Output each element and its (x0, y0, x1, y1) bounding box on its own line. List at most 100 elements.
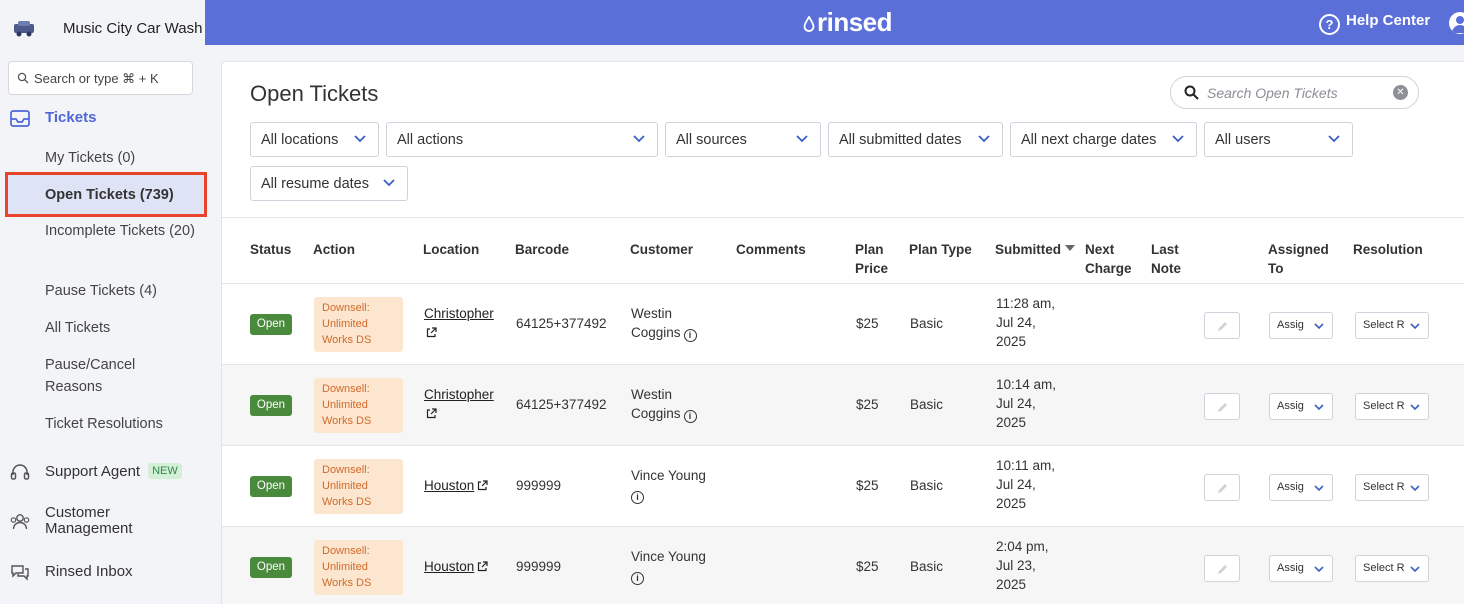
location-cell[interactable]: Houston (424, 476, 504, 495)
help-center-link[interactable]: ? Help Center (1319, 12, 1430, 35)
assign-select[interactable]: Assig (1269, 393, 1333, 420)
barcode-cell: 64125+377492 (516, 316, 607, 331)
resolution-select[interactable]: Select R (1355, 393, 1429, 420)
sidebar-customer-management[interactable]: Customer Management (45, 505, 155, 537)
location-link[interactable]: Christopher (424, 306, 494, 321)
col-status[interactable]: Status (250, 240, 291, 259)
customer-cell: Westin Coggins i (631, 304, 711, 342)
filter-submitted-dates[interactable]: All submitted dates (828, 122, 1003, 157)
resolution-select-value: Select R (1363, 481, 1405, 493)
brand-name: Music City Car Wash (63, 20, 203, 37)
sidebar-item-my-tickets[interactable]: My Tickets (0) (45, 147, 195, 169)
sidebar-rinsed-inbox[interactable]: Rinsed Inbox (45, 563, 133, 580)
action-badge: Downsell: Unlimited Works DS (314, 459, 403, 514)
resolution-select[interactable]: Select R (1355, 312, 1429, 339)
brand[interactable]: Music City Car Wash (0, 0, 205, 56)
new-badge: NEW (148, 463, 182, 479)
sidebar-item-pause-tickets[interactable]: Pause Tickets (4) (45, 280, 195, 302)
location-link[interactable]: Christopher (424, 387, 494, 402)
sidebar-tickets[interactable]: Tickets (45, 109, 96, 126)
sidebar-item-pause-cancel-reasons[interactable]: Pause/Cancel Reasons (45, 354, 165, 398)
sidebar-support-agent[interactable]: Support Agent NEW (45, 463, 182, 480)
col-next-charge[interactable]: Next Charge (1085, 240, 1135, 278)
assign-select[interactable]: Assig (1269, 474, 1333, 501)
filter-users[interactable]: All users (1204, 122, 1353, 157)
location-link[interactable]: Houston (424, 559, 474, 574)
assign-select-value: Assig (1277, 562, 1304, 574)
location-cell[interactable]: Christopher (424, 304, 504, 342)
add-note-button[interactable] (1204, 474, 1240, 501)
col-barcode[interactable]: Barcode (515, 240, 569, 259)
col-plan-price[interactable]: Plan Price (855, 240, 895, 278)
col-plan-type[interactable]: Plan Type (909, 240, 972, 259)
chevron-down-icon (1172, 135, 1184, 143)
location-cell[interactable]: Houston (424, 557, 504, 576)
table-row[interactable]: Open Downsell: Unlimited Works DS Christ… (222, 284, 1464, 365)
user-avatar-icon[interactable] (1449, 12, 1464, 34)
headset-icon (10, 464, 30, 480)
sidebar-item-open-tickets-label: Open Tickets (739) (45, 187, 174, 203)
filter-next-charge-dates[interactable]: All next charge dates (1010, 122, 1197, 157)
external-link-icon[interactable] (477, 480, 488, 491)
ticket-inbox-icon (10, 110, 30, 127)
external-link-icon[interactable] (426, 327, 437, 338)
assign-select-value: Assig (1277, 319, 1304, 331)
sidebar-item-open-tickets[interactable]: Open Tickets (739) (5, 172, 207, 217)
plan-price-cell: $25 (856, 316, 879, 331)
external-link-icon[interactable] (426, 408, 437, 419)
assign-select[interactable]: Assig (1269, 312, 1333, 339)
col-resolution[interactable]: Resolution (1353, 240, 1423, 259)
assign-select[interactable]: Assig (1269, 555, 1333, 582)
submitted-cell: 10:14 am, Jul 24, 2025 (996, 377, 1057, 430)
col-submitted[interactable]: Submitted (995, 240, 1075, 259)
filter-actions[interactable]: All actions (386, 122, 658, 157)
ticket-search[interactable]: ✕ (1170, 76, 1419, 109)
chevron-down-icon (383, 179, 395, 187)
filter-locations[interactable]: All locations (250, 122, 379, 157)
table-row[interactable]: Open Downsell: Unlimited Works DS Housto… (222, 527, 1464, 604)
info-icon[interactable]: i (631, 491, 644, 504)
barcode-cell: 999999 (516, 478, 562, 493)
info-icon[interactable]: i (631, 572, 644, 585)
sidebar-search-input[interactable] (34, 68, 184, 88)
sidebar-item-all-tickets[interactable]: All Tickets (45, 317, 195, 339)
external-link-icon[interactable] (477, 561, 488, 572)
add-note-button[interactable] (1204, 555, 1240, 582)
filter-resume-dates[interactable]: All resume dates (250, 166, 408, 201)
chevron-down-icon (354, 135, 366, 143)
location-cell[interactable]: Christopher (424, 385, 504, 423)
barcode-cell: 999999 (516, 559, 562, 574)
location-link[interactable]: Houston (424, 478, 474, 493)
plan-price-cell: $25 (856, 397, 879, 412)
info-icon[interactable]: i (683, 329, 697, 342)
table-row[interactable]: Open Downsell: Unlimited Works DS Housto… (222, 446, 1464, 527)
sidebar-search[interactable] (8, 61, 193, 95)
filter-submitted-dates-label: All submitted dates (839, 132, 962, 148)
info-icon[interactable]: i (683, 410, 697, 423)
resolution-select[interactable]: Select R (1355, 555, 1429, 582)
filter-resume-dates-label: All resume dates (261, 176, 369, 192)
rinsed-logo[interactable]: rinsed (803, 7, 893, 38)
col-comments[interactable]: Comments (736, 240, 806, 259)
resolution-select[interactable]: Select R (1355, 474, 1429, 501)
chevron-down-icon (1410, 404, 1420, 411)
col-last-note[interactable]: Last Note (1151, 240, 1191, 278)
col-action[interactable]: Action (313, 240, 355, 259)
col-assigned-to[interactable]: Assigned To (1268, 240, 1338, 278)
help-center-label: Help Center (1346, 12, 1431, 29)
add-note-button[interactable] (1204, 312, 1240, 339)
filter-sources[interactable]: All sources (665, 122, 821, 157)
sidebar-item-incomplete-tickets[interactable]: Incomplete Tickets (20) (45, 220, 195, 242)
col-location[interactable]: Location (423, 240, 479, 259)
customer-cell: Westin Coggins i (631, 385, 711, 423)
col-customer[interactable]: Customer (630, 240, 693, 259)
sidebar-item-ticket-resolutions[interactable]: Ticket Resolutions (45, 413, 195, 435)
person-icon (1452, 16, 1464, 33)
clear-search-icon[interactable]: ✕ (1393, 85, 1408, 100)
chevron-down-icon (1314, 404, 1324, 411)
chevron-down-icon (978, 135, 990, 143)
sort-desc-icon (1065, 245, 1075, 251)
ticket-search-input[interactable] (1207, 83, 1387, 103)
add-note-button[interactable] (1204, 393, 1240, 420)
table-row[interactable]: Open Downsell: Unlimited Works DS Christ… (222, 365, 1464, 446)
